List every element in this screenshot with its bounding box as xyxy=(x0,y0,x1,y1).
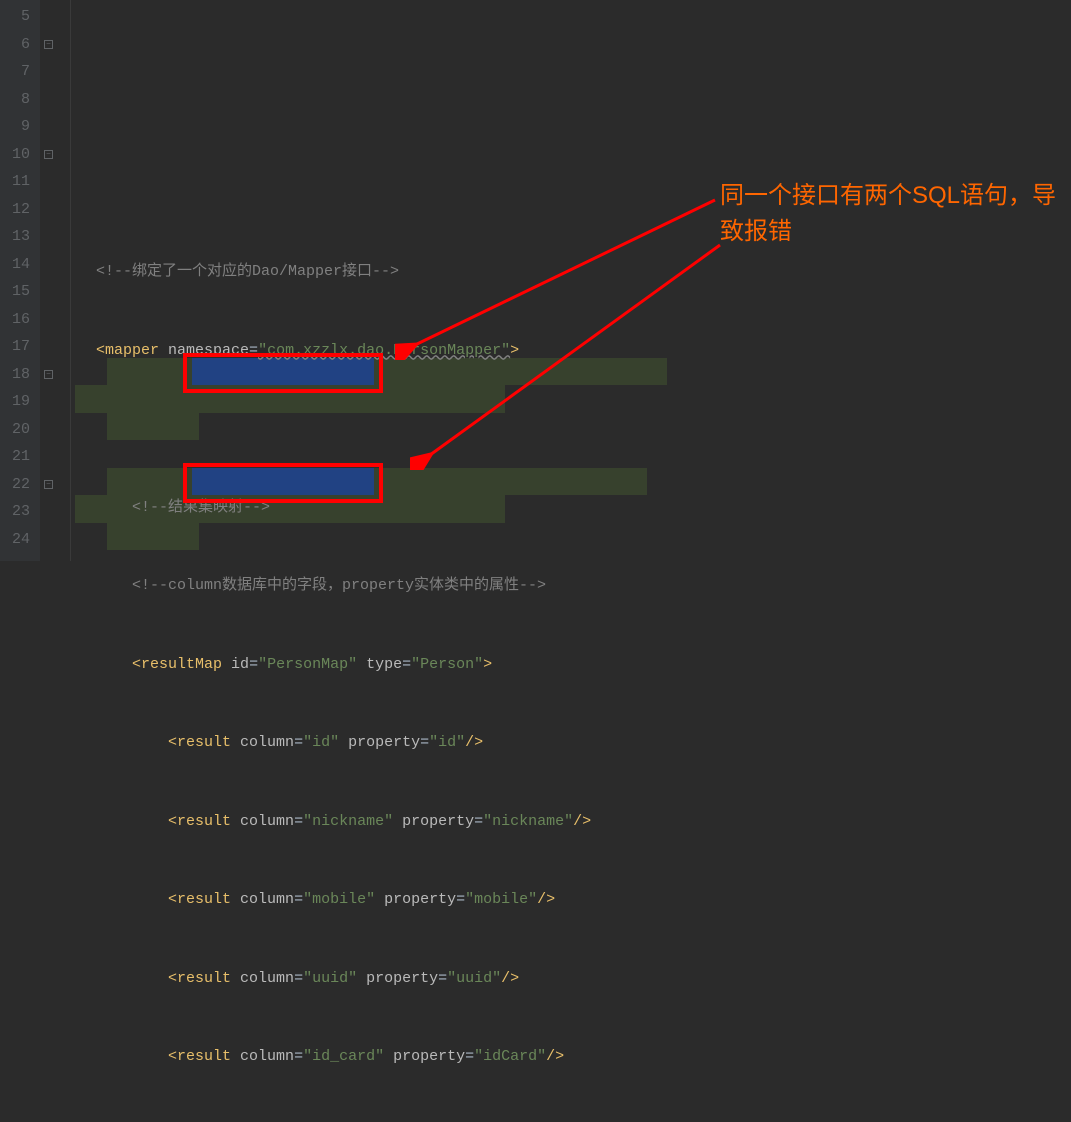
fold-marker-icon[interactable]: − xyxy=(44,480,53,489)
line-number: 9 xyxy=(0,113,30,141)
line-number: 21 xyxy=(0,443,30,471)
fold-marker-icon[interactable]: − xyxy=(44,40,53,49)
fold-column: − − − − xyxy=(40,0,60,561)
xml-tag: <mapper xyxy=(96,342,168,359)
line-number: 16 xyxy=(0,306,30,334)
annotation-text: 同一个接口有两个SQL语句，导致报错 xyxy=(720,178,1060,250)
xml-comment: <!--绑定了一个对应的Dao/Mapper接口--> xyxy=(96,263,399,280)
line-number: 24 xyxy=(0,526,30,554)
line-number: 7 xyxy=(0,58,30,86)
line-number: 13 xyxy=(0,223,30,251)
line-number-gutter: 5 6 7 8 9 10 11 12 13 14 15 16 17 18 19 … xyxy=(0,0,40,561)
line-number: 10 xyxy=(0,141,30,169)
line-number: 23 xyxy=(0,498,30,526)
line-number: 18 xyxy=(0,361,30,389)
line-number: 6 xyxy=(0,31,30,59)
line-number: 8 xyxy=(0,86,30,114)
line-number: 20 xyxy=(0,416,30,444)
fold-marker-icon[interactable]: − xyxy=(44,370,53,379)
line-number: 5 xyxy=(0,3,30,31)
code-area[interactable]: <!--绑定了一个对应的Dao/Mapper接口--> <mapper name… xyxy=(60,0,1071,561)
line-number: 22 xyxy=(0,471,30,499)
line-number: 14 xyxy=(0,251,30,279)
line-number: 17 xyxy=(0,333,30,361)
code-editor[interactable]: 5 6 7 8 9 10 11 12 13 14 15 16 17 18 19 … xyxy=(0,0,1071,561)
line-number: 12 xyxy=(0,196,30,224)
line-number: 11 xyxy=(0,168,30,196)
line-number: 15 xyxy=(0,278,30,306)
line-number: 19 xyxy=(0,388,30,416)
fold-marker-icon[interactable]: − xyxy=(44,150,53,159)
